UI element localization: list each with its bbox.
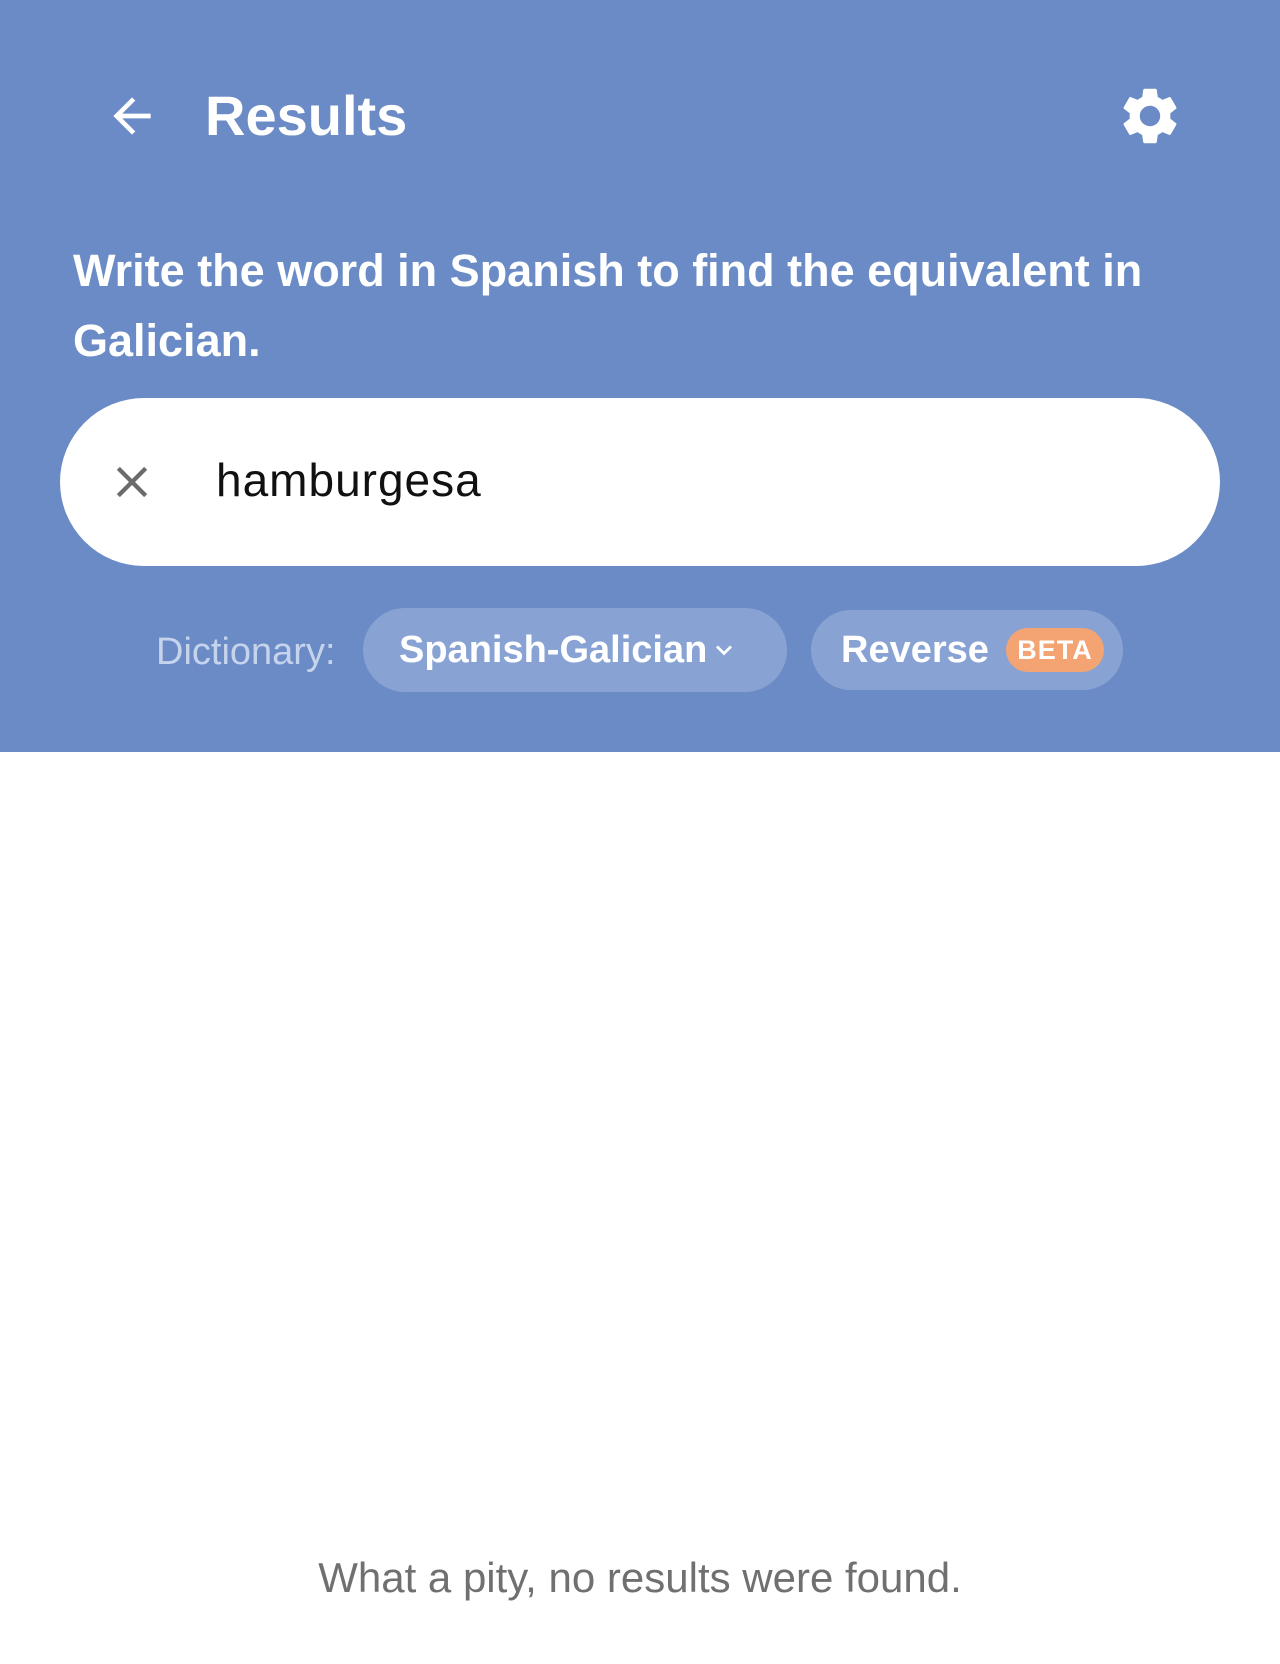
no-results-message: What a pity, no results were found. <box>318 1554 962 1601</box>
settings-button[interactable] <box>1110 76 1190 156</box>
dictionary-select[interactable]: Spanish-Galician <box>363 608 787 692</box>
back-button[interactable] <box>96 80 168 152</box>
page-title: Results <box>205 84 408 147</box>
dictionary-selected-value: Spanish-Galician <box>399 629 708 671</box>
clear-search-button[interactable] <box>96 444 168 520</box>
arrow-left-icon <box>113 97 151 135</box>
gear-icon <box>1123 88 1177 144</box>
beta-badge: BETA <box>1006 628 1104 672</box>
close-icon <box>116 466 148 498</box>
instruction-text: Write the word in Spanish to find the eq… <box>73 245 1143 366</box>
reverse-button[interactable]: Reverse BETA <box>811 610 1123 690</box>
dictionary-label: Dictionary: <box>156 631 336 673</box>
header: Results Write the word in Spanish to fin… <box>0 0 1280 752</box>
reverse-label: Reverse <box>841 629 989 671</box>
search-input[interactable] <box>216 440 1176 520</box>
chevron-down-icon <box>716 645 732 656</box>
